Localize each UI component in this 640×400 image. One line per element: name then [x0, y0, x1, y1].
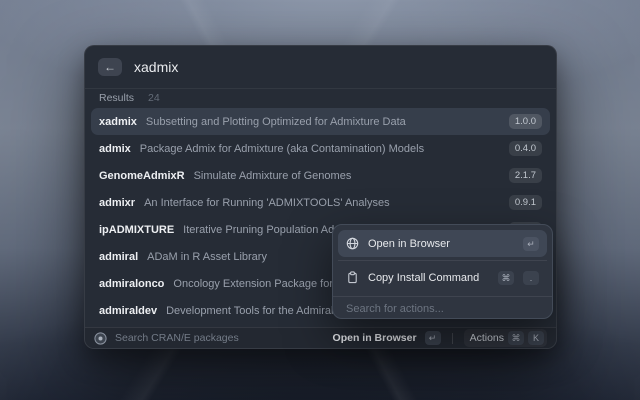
package-name: admiralonco	[99, 277, 165, 290]
package-name: admiral	[99, 250, 139, 263]
open-in-browser-action[interactable]: Open in Browser	[333, 332, 417, 344]
package-name: ipADMIXTURE	[99, 223, 175, 236]
return-key-icon: ↵	[424, 331, 441, 345]
menu-item-label: Copy Install Command	[368, 271, 480, 284]
package-description: ADaM in R Asset Library	[147, 250, 267, 263]
menu-item-copy-install-command[interactable]: Copy Install Command ⌘ .	[338, 264, 547, 291]
return-key-icon: ↵	[523, 236, 539, 251]
package-description: An Interface for Running 'ADMIXTOOLS' An…	[144, 196, 390, 209]
menu-divider	[338, 260, 547, 261]
version-badge: 2.1.7	[508, 168, 542, 183]
globe-icon	[346, 237, 359, 250]
actions-button[interactable]: Actions ⌘ K	[463, 329, 547, 347]
list-item[interactable]: admix Package Admix for Admixture (aka C…	[91, 135, 550, 162]
actions-search-input[interactable]	[344, 302, 541, 316]
clipboard-icon	[346, 271, 359, 284]
menu-divider	[333, 296, 552, 297]
package-name: admiraldev	[99, 304, 158, 317]
k-key-icon: K	[528, 331, 544, 345]
package-description: Simulate Admixture of Genomes	[193, 169, 352, 182]
actions-menu: Open in Browser ↵ Copy Install Command ⌘…	[333, 225, 552, 293]
actions-search	[333, 300, 552, 318]
crane-logo-icon	[94, 331, 107, 345]
actions-popup: Open in Browser ↵ Copy Install Command ⌘…	[332, 224, 553, 319]
package-name: admix	[99, 142, 131, 155]
results-bar: Results 24	[85, 89, 556, 107]
command-key-icon: ⌘	[498, 270, 514, 285]
back-arrow-icon: ←	[104, 60, 116, 74]
version-badge: 0.4.0	[508, 141, 542, 156]
results-count: 24	[148, 92, 160, 104]
list-item[interactable]: admixr An Interface for Running 'ADMIXTO…	[91, 189, 550, 216]
version-badge: 1.0.0	[508, 114, 542, 129]
package-description: Subsetting and Plotting Optimized for Ad…	[145, 115, 406, 128]
period-key-icon: .	[523, 270, 539, 285]
search-input[interactable]	[134, 59, 543, 75]
footer-divider	[451, 332, 453, 344]
package-name: xadmix	[99, 115, 137, 128]
actions-label: Actions	[469, 332, 504, 344]
list-item[interactable]: xadmix Subsetting and Plotting Optimized…	[91, 108, 550, 135]
list-item[interactable]: GenomeAdmixR Simulate Admixture of Genom…	[91, 162, 550, 189]
search-header: ←	[85, 46, 556, 89]
package-description: Package Admix for Admixture (aka Contami…	[139, 142, 425, 155]
results-label: Results	[99, 92, 135, 104]
back-button[interactable]: ←	[98, 58, 122, 76]
menu-item-label: Open in Browser	[368, 237, 450, 250]
menu-item-open-in-browser[interactable]: Open in Browser ↵	[338, 230, 547, 257]
package-name: admixr	[99, 196, 136, 209]
command-key-icon: ⌘	[508, 331, 524, 345]
footer-search-hint: Search CRAN/E packages	[115, 332, 239, 344]
package-name: GenomeAdmixR	[99, 169, 185, 182]
version-badge: 0.9.1	[508, 195, 542, 210]
footer-bar: Search CRAN/E packages Open in Browser ↵…	[85, 327, 556, 348]
